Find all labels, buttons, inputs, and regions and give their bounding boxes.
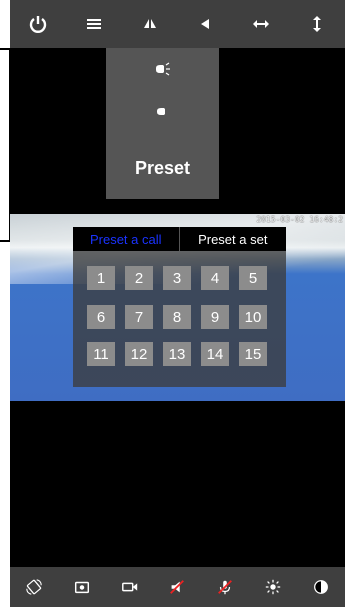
menu-dropdown: Preset: [106, 48, 219, 199]
mic-muted-icon: [218, 580, 233, 595]
preset-14-button[interactable]: 14: [201, 342, 229, 366]
horizontal-scan-button[interactable]: [245, 8, 277, 40]
brightness-icon: [265, 579, 281, 595]
menu-icon: [86, 19, 101, 29]
ir-light-on-icon: [155, 62, 170, 76]
preset-11-button[interactable]: 11: [87, 342, 115, 366]
preset-1-button[interactable]: 1: [87, 266, 115, 290]
preset-15-button[interactable]: 15: [239, 342, 267, 366]
preset-12-button[interactable]: 12: [125, 342, 153, 366]
top-toolbar: [10, 0, 345, 48]
preset-13-button[interactable]: 13: [163, 342, 191, 366]
power-button[interactable]: [22, 8, 54, 40]
ir-light-off-icon: [156, 108, 165, 115]
tab-preset-call[interactable]: Preset a call: [73, 227, 179, 251]
power-icon: [29, 16, 47, 33]
vertical-scan-icon: [313, 16, 322, 32]
brightness-button[interactable]: [258, 572, 288, 602]
video-timestamp: 2015-03-02 16:48:2: [256, 215, 343, 224]
mic-toggle-button[interactable]: [210, 572, 240, 602]
menu-button[interactable]: [78, 8, 110, 40]
preset-6-button[interactable]: 6: [87, 305, 115, 329]
contrast-button[interactable]: [306, 572, 336, 602]
mirror-icon: [201, 19, 210, 29]
left-edge-bracket: [0, 48, 11, 242]
speaker-muted-icon: [170, 580, 185, 594]
vertical-scan-button[interactable]: [301, 8, 333, 40]
record-button[interactable]: [115, 572, 145, 602]
preset-5-button[interactable]: 5: [239, 266, 267, 290]
rotate-icon: [26, 579, 42, 595]
tab-preset-set[interactable]: Preset a set: [178, 227, 287, 251]
ir-light-off-button[interactable]: [106, 94, 219, 130]
snapshot-icon: [74, 581, 89, 594]
bottom-toolbar: [10, 567, 345, 607]
snapshot-button[interactable]: [67, 572, 97, 602]
preset-menu-item[interactable]: Preset: [106, 150, 219, 186]
preset-9-button[interactable]: 9: [201, 305, 229, 329]
preset-4-button[interactable]: 4: [201, 266, 229, 290]
record-icon: [121, 582, 137, 592]
mirror-button[interactable]: [189, 8, 221, 40]
speaker-toggle-button[interactable]: [162, 572, 192, 602]
preset-3-button[interactable]: 3: [163, 266, 191, 290]
preset-8-button[interactable]: 8: [163, 305, 191, 329]
preset-2-button[interactable]: 2: [125, 266, 153, 290]
preset-tabs: Preset a call Preset a set: [73, 227, 286, 251]
preset-7-button[interactable]: 7: [125, 305, 153, 329]
preset-panel: Preset a call Preset a set 1 2 3 4 5 6 7…: [73, 227, 286, 387]
preset-10-button[interactable]: 10: [239, 305, 267, 329]
horizontal-scan-icon: [253, 20, 270, 28]
ir-light-on-button[interactable]: [106, 52, 219, 88]
rotate-button[interactable]: [19, 572, 49, 602]
contrast-icon: [314, 580, 328, 594]
flip-button[interactable]: [134, 8, 166, 40]
flip-icon: [143, 19, 156, 28]
